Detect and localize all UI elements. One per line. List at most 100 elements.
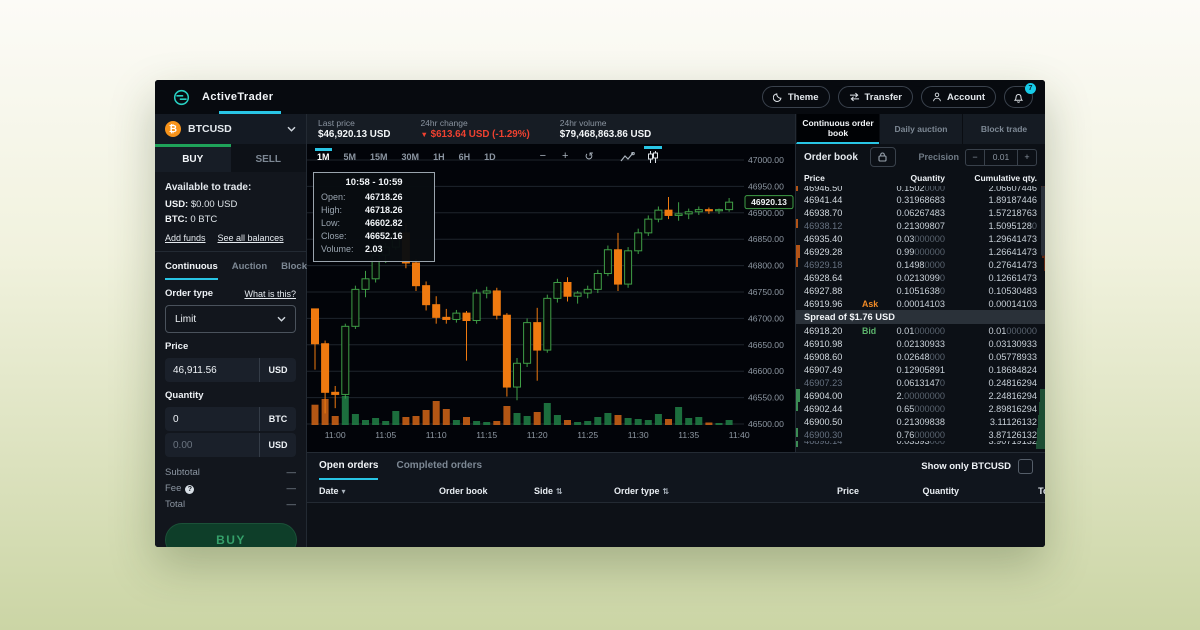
buy-tab[interactable]: BUY (155, 144, 231, 172)
quantity-cell: 0.14980000 (888, 260, 945, 270)
sell-tab[interactable]: SELL (231, 144, 307, 172)
ask-row[interactable]: 46929.280.990000001.26641473 (796, 245, 1045, 258)
tooltip-value: 2.03 (365, 243, 383, 256)
price-cell: 46941.44 (804, 195, 862, 205)
transfer-button[interactable]: Transfer (838, 86, 914, 108)
ask-row[interactable]: 46938.700.062674831.57218763 (796, 206, 1045, 219)
market-tab-block[interactable]: Block (281, 261, 307, 280)
account-button[interactable]: Account (921, 86, 996, 108)
quantity-cell: 0.00014103 (888, 299, 945, 309)
bid-row[interactable]: 46907.490.129058910.18684824 (796, 363, 1045, 376)
cumulative-cell: 0.24816294 (945, 378, 1037, 388)
svg-text:46700.00: 46700.00 (748, 313, 784, 323)
summary-row: Fee?— (165, 483, 296, 494)
what-is-this-link[interactable]: What is this? (244, 289, 296, 299)
submit-buy-button[interactable]: BUY (165, 523, 297, 547)
cumulative-cell: 0.10530483 (945, 286, 1037, 296)
orders-column-side[interactable]: Side⇅ (534, 486, 614, 496)
chart-area: 1M 5M 15M 30M 1H 6H 1D − + ↺ (307, 144, 795, 452)
fee-info-icon[interactable]: ? (185, 485, 194, 494)
tooltip-row: Close:46652.16 (321, 230, 427, 243)
ask-row[interactable]: 46935.400.030000001.29641473 (796, 232, 1045, 245)
reset-zoom-button[interactable]: ↺ (584, 150, 593, 163)
interval-1m[interactable]: 1M (317, 150, 330, 162)
transfer-button-label: Transfer (865, 92, 903, 103)
add-funds-link[interactable]: Add funds (165, 233, 206, 243)
ask-row[interactable]: 46941.440.319686831.89187446 (796, 193, 1045, 206)
precision-minus-button[interactable]: − (966, 150, 984, 165)
price-input[interactable] (165, 358, 259, 382)
volume-label: 24hr volume (560, 118, 652, 128)
market-type-tabs: Continuous Auction Block (155, 252, 306, 280)
orders-column-price: Price (744, 486, 859, 496)
bid-row[interactable]: 46918.20Bid0.010000000.01000000 (796, 324, 1045, 337)
interval-6h[interactable]: 6H (459, 150, 471, 162)
depth-bar (1044, 258, 1045, 271)
bid-row[interactable]: 46900.500.213098383.11126132 (796, 415, 1045, 428)
bid-row[interactable]: 46900.300.760000003.87126132 (796, 428, 1045, 441)
notifications-button[interactable]: 7 (1004, 86, 1033, 108)
lock-button[interactable] (870, 147, 896, 167)
svg-text:11:20: 11:20 (527, 430, 548, 440)
market-tab-continuous[interactable]: Continuous (165, 261, 218, 280)
svg-text:11:00: 11:00 (325, 430, 346, 440)
ask-row[interactable]: 46919.96Ask0.000141030.00014103 (796, 297, 1045, 310)
interval-1h[interactable]: 1H (433, 150, 445, 162)
zoom-out-button[interactable]: − (540, 150, 546, 162)
candlestick-chart-icon[interactable] (647, 149, 659, 163)
cumulative-cell: 0.27641473 (945, 260, 1037, 270)
tooltip-key: High: (321, 204, 365, 217)
summary-value: — (287, 467, 297, 478)
ask-row[interactable]: 46946.500.150200002.06607446 (796, 186, 1045, 193)
orders-column-order-type[interactable]: Order type⇅ (614, 486, 744, 496)
market-tab-auction[interactable]: Auction (232, 261, 267, 280)
zoom-in-button[interactable]: + (562, 150, 568, 162)
balance-value: $0.00 USD (191, 199, 237, 210)
line-chart-icon[interactable] (620, 150, 635, 163)
show-only-btcusd-checkbox[interactable] (1018, 459, 1033, 474)
bid-row[interactable]: 46907.230.061314700.24816294 (796, 376, 1045, 389)
bid-row[interactable]: 46904.002.000000002.24816294 (796, 389, 1045, 402)
btcusd-filter: Show only BTCUSD (921, 459, 1033, 474)
orders-column-date[interactable]: Date▾ (319, 486, 439, 496)
depth-tick (796, 219, 798, 228)
order-book-scrollbar[interactable] (1041, 186, 1045, 256)
interval-5m[interactable]: 5M (344, 150, 357, 162)
ask-row[interactable]: 46938.120.213098071.50951280 (796, 219, 1045, 232)
orders-tab-open-orders[interactable]: Open orders (319, 453, 378, 480)
bid-row[interactable]: 46910.980.021309330.03130933 (796, 337, 1045, 350)
orders-tab-completed-orders[interactable]: Completed orders (396, 453, 482, 480)
bid-row[interactable]: 46908.600.026480000.05778933 (796, 350, 1045, 363)
orders-table-body (307, 503, 1045, 547)
order-book-columns: PriceQuantityCumulative qty. (796, 170, 1045, 186)
balance-line: USD: $0.00 USD (165, 199, 296, 210)
cumulative-cell: 0.18684824 (945, 365, 1037, 375)
quantity-btc-input[interactable] (165, 407, 259, 431)
theme-button[interactable]: Theme (762, 86, 830, 108)
bid-row[interactable]: 46902.440.650000002.89816294 (796, 402, 1045, 415)
quantity-usd-input[interactable] (165, 433, 259, 457)
titlebar: ActiveTrader Theme Transfer (155, 80, 1045, 114)
quantity-cell: 0.99000000 (888, 247, 945, 257)
order-book-tab-0[interactable]: Continuous order book (796, 114, 879, 144)
precision-plus-button[interactable]: + (1018, 150, 1036, 165)
bid-row[interactable]: 46898.140.035930003.90719132 (796, 441, 1045, 449)
order-type-select[interactable]: Limit (165, 305, 296, 333)
svg-text:46750.00: 46750.00 (748, 287, 784, 297)
ask-row[interactable]: 46929.180.149800000.27641473 (796, 258, 1045, 271)
order-type-label: Order type (165, 288, 213, 299)
tooltip-value: 46602.82 (365, 217, 403, 230)
ask-row[interactable]: 46928.640.021309900.12661473 (796, 271, 1045, 284)
interval-30m[interactable]: 30M (402, 150, 420, 162)
interval-1d[interactable]: 1D (484, 150, 496, 162)
order-book-tab-2[interactable]: Block trade (962, 114, 1045, 144)
tooltip-value: 46718.26 (365, 191, 403, 204)
pair-selector[interactable]: ₿ BTCUSD (155, 114, 306, 144)
see-all-balances-link[interactable]: See all balances (218, 233, 284, 243)
price-cell: 46910.98 (804, 339, 862, 349)
interval-15m[interactable]: 15M (370, 150, 388, 162)
person-icon (932, 92, 942, 102)
depth-tick (796, 245, 800, 258)
ask-row[interactable]: 46927.880.105163800.10530483 (796, 284, 1045, 297)
order-book-tab-1[interactable]: Daily auction (879, 114, 962, 144)
